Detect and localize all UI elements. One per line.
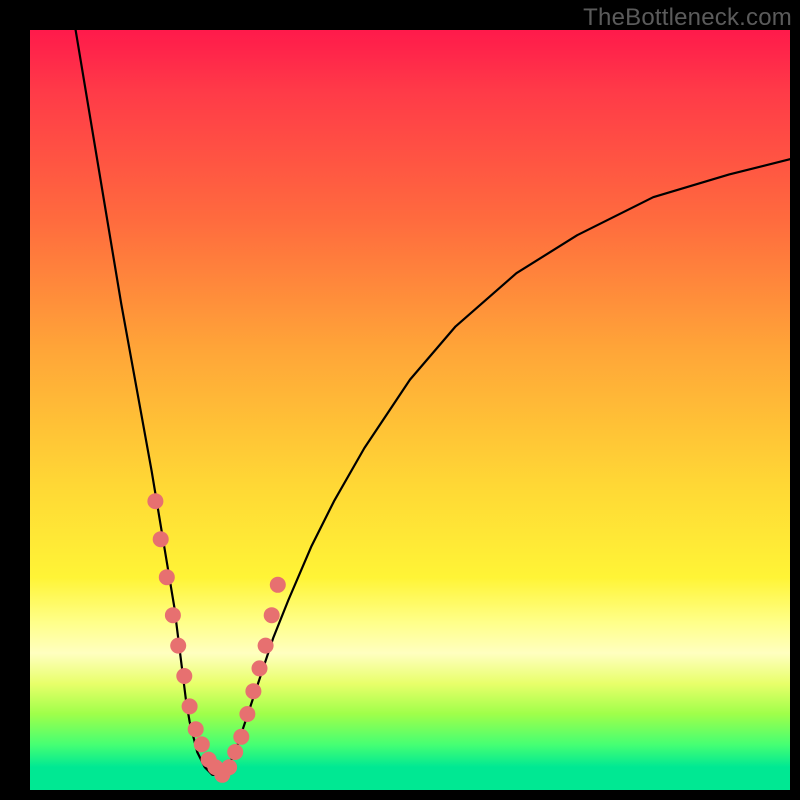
marker-point bbox=[147, 493, 163, 509]
marker-point bbox=[221, 759, 237, 775]
marker-point bbox=[270, 577, 286, 593]
marker-point bbox=[264, 607, 280, 623]
marker-point bbox=[165, 607, 181, 623]
marker-point bbox=[239, 706, 255, 722]
marker-point bbox=[233, 729, 249, 745]
marker-point bbox=[227, 744, 243, 760]
marker-point bbox=[188, 721, 204, 737]
chart-frame: TheBottleneck.com bbox=[0, 0, 800, 800]
marker-point bbox=[194, 736, 210, 752]
series-left-branch bbox=[76, 30, 220, 775]
marker-point bbox=[170, 638, 186, 654]
marker-point bbox=[182, 698, 198, 714]
bottleneck-curve bbox=[30, 30, 790, 790]
plot-area bbox=[30, 30, 790, 790]
marker-point bbox=[252, 660, 268, 676]
marker-point bbox=[245, 683, 261, 699]
marker-point bbox=[176, 668, 192, 684]
series-right-branch bbox=[220, 159, 790, 775]
marker-point bbox=[258, 638, 274, 654]
watermark-text: TheBottleneck.com bbox=[583, 4, 792, 32]
marker-point bbox=[159, 569, 175, 585]
marker-point bbox=[153, 531, 169, 547]
